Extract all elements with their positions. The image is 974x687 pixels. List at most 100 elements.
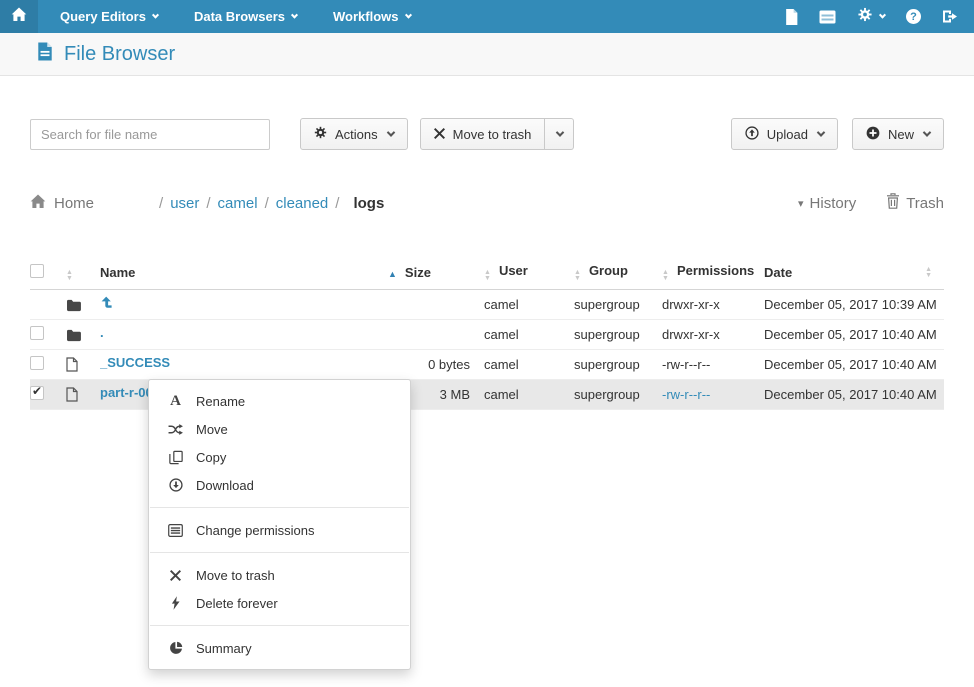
row-checkbox[interactable] — [30, 355, 44, 370]
sort-name[interactable]: ▲ ▼ — [66, 257, 100, 290]
shuffle-icon — [168, 423, 183, 436]
move-to-trash-caret[interactable] — [545, 118, 575, 150]
menu-workflows[interactable]: Workflows — [333, 9, 412, 24]
sort-arrows-icon: ▲ ▼ — [484, 269, 491, 283]
sort-arrows-icon: ▲ ▼ — [662, 269, 669, 283]
page-header: File Browser — [0, 33, 974, 76]
table-icon[interactable] — [819, 10, 836, 24]
permissions-cell: drwxr-xr-x — [662, 289, 764, 320]
column-header-group[interactable]: ▲ ▼ Group — [574, 257, 662, 290]
permissions-link[interactable]: -rw-r--r-- — [662, 387, 710, 402]
breadcrumb-separator: / — [335, 194, 340, 212]
home-icon — [11, 7, 27, 27]
chevron-down-icon — [556, 128, 565, 137]
search-input[interactable] — [30, 118, 270, 150]
date-cell: December 05, 2017 10:40 AM — [764, 319, 944, 350]
permissions-cell: -rw-r--r-- — [662, 349, 764, 380]
history-button[interactable]: ▾ History — [798, 195, 856, 212]
new-button[interactable]: New — [851, 118, 944, 150]
bolt-icon — [168, 596, 183, 610]
group-cell: supergroup — [574, 319, 662, 350]
pie-chart-icon — [168, 641, 183, 655]
document-icon[interactable] — [785, 8, 798, 25]
user-cell: camel — [484, 319, 574, 350]
chevron-down-icon — [878, 11, 887, 19]
context-menu-item-move-to-trash[interactable]: Move to trash — [149, 561, 410, 589]
trash-button[interactable]: Trash — [886, 193, 944, 213]
move-to-trash-button[interactable]: Move to trash — [419, 118, 546, 150]
group-cell: supergroup — [574, 289, 662, 320]
folder-icon — [66, 319, 100, 350]
actions-button[interactable]: Actions — [300, 118, 408, 150]
row-checkbox[interactable] — [30, 325, 44, 340]
file-text-icon — [37, 42, 53, 66]
menu-data-browsers[interactable]: Data Browsers — [193, 9, 299, 24]
column-header-date[interactable]: Date ▲ ▼ — [764, 257, 944, 290]
size-cell — [388, 289, 484, 320]
column-header-size[interactable]: ▲ Size — [388, 257, 484, 290]
menu-divider — [150, 552, 409, 553]
context-menu-item-download[interactable]: Download — [149, 471, 410, 499]
context-menu-item-copy[interactable]: Copy — [149, 443, 410, 471]
context-menu-item-move[interactable]: Move — [149, 415, 410, 443]
upload-button[interactable]: Upload — [730, 118, 838, 150]
group-cell: supergroup — [574, 379, 662, 410]
column-header-user[interactable]: ▲ ▼ User — [484, 257, 574, 290]
breadcrumb-link-user[interactable]: user — [170, 195, 199, 212]
chevron-down-icon — [151, 11, 160, 19]
context-menu-item-change-permissions[interactable]: Change permissions — [149, 516, 410, 544]
move-to-trash-split-button: Move to trash — [419, 118, 575, 150]
sort-arrows-icon: ▲ ▼ — [574, 269, 581, 283]
home-button[interactable] — [0, 0, 38, 33]
context-menu-item-rename[interactable]: A Rename — [149, 387, 410, 415]
table-row[interactable]: _SUCCESS 0 bytes camel supergroup -rw-r-… — [30, 349, 944, 380]
breadcrumb-link-cleaned[interactable]: cleaned — [276, 195, 329, 212]
menu-query-editors[interactable]: Query Editors — [60, 9, 160, 24]
breadcrumb-home[interactable]: Home — [30, 194, 94, 213]
column-header-name[interactable]: Name — [100, 257, 388, 290]
caret-down-icon: ▾ — [798, 197, 804, 210]
gears-icon — [857, 7, 873, 27]
table-row[interactable]: camel supergroup drwxr-xr-x December 05,… — [30, 289, 944, 320]
breadcrumb-link-camel[interactable]: camel — [218, 195, 258, 212]
file-name-link[interactable]: _SUCCESS — [100, 355, 170, 370]
upload-circle-icon — [745, 125, 759, 143]
user-cell: camel — [484, 379, 574, 410]
file-icon — [66, 379, 100, 410]
gear-icon — [314, 126, 327, 142]
table-row[interactable]: . camel supergroup drwxr-xr-x December 0… — [30, 319, 944, 350]
parent-dir-link[interactable] — [100, 289, 388, 320]
breadcrumb: Home / user / camel / cleaned / logs ▾ H… — [30, 193, 944, 213]
user-cell: camel — [484, 349, 574, 380]
file-name-link[interactable]: . — [100, 325, 104, 340]
row-checkbox-checked[interactable] — [30, 384, 44, 400]
sort-ascending-icon: ▲ — [388, 269, 397, 280]
home-icon — [30, 194, 46, 213]
context-menu-item-summary[interactable]: Summary — [149, 634, 410, 662]
menu-label: Data Browsers — [193, 9, 286, 24]
sign-out-icon[interactable] — [942, 9, 958, 24]
download-icon — [168, 478, 183, 492]
table-header-row: ▲ ▼ Name ▲ Size ▲ ▼ User ▲ ▼ Group ▲ ▼ Permissio… — [30, 257, 944, 290]
menu-divider — [150, 507, 409, 508]
file-icon — [66, 349, 100, 380]
list-alt-icon — [168, 523, 183, 537]
sort-arrows-icon: ▲ ▼ — [925, 265, 932, 279]
context-menu-item-delete-forever[interactable]: Delete forever — [149, 589, 410, 617]
select-all-checkbox-cell — [30, 257, 66, 290]
help-icon[interactable]: ? — [906, 9, 921, 24]
chevron-down-icon — [386, 128, 395, 137]
breadcrumb-separator: / — [159, 194, 164, 212]
permissions-cell: drwxr-xr-x — [662, 319, 764, 350]
user-cell: camel — [484, 289, 574, 320]
close-icon — [433, 127, 445, 142]
settings-menu[interactable] — [857, 7, 887, 27]
date-cell: December 05, 2017 10:40 AM — [764, 379, 944, 410]
copy-icon — [168, 450, 183, 465]
menu-label: Workflows — [333, 9, 399, 24]
plus-circle-icon — [866, 126, 880, 143]
menu-label: Query Editors — [60, 9, 146, 24]
page-title: File Browser — [64, 42, 176, 65]
select-all-checkbox[interactable] — [30, 264, 44, 279]
column-header-permissions[interactable]: ▲ ▼ Permissions — [662, 257, 764, 290]
